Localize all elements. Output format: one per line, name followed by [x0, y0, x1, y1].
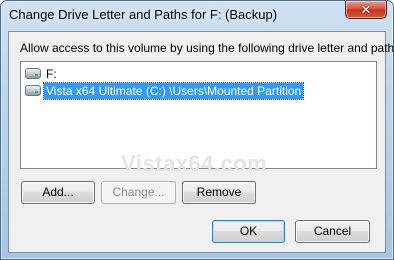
add-button[interactable]: Add...	[21, 181, 95, 204]
dialog-window: Change Drive Letter and Paths for F: (Ba…	[0, 0, 394, 260]
drive-icon	[25, 85, 41, 96]
list-item-mounted-path[interactable]: Vista x64 Ultimate (C:) \Users\Mounted P…	[25, 81, 305, 100]
close-icon: ✕	[360, 2, 372, 17]
list-item-f-drive[interactable]: F:	[25, 65, 59, 82]
change-button[interactable]: Change...	[101, 181, 176, 204]
instruction-label: Allow access to this volume by using the…	[20, 41, 394, 55]
list-item-label: Vista x64 Ultimate (C:) \Users\Mounted P…	[42, 81, 305, 100]
close-button[interactable]: ✕	[345, 1, 387, 19]
ok-button[interactable]: OK	[212, 220, 285, 243]
remove-button[interactable]: Remove	[182, 181, 256, 204]
window-title: Change Drive Letter and Paths for F: (Ba…	[9, 7, 278, 22]
cancel-button[interactable]: Cancel	[295, 220, 370, 243]
watermark: Vistax64.com	[121, 151, 268, 176]
list-item-label: F:	[46, 66, 57, 81]
title-bar[interactable]: Change Drive Letter and Paths for F: (Ba…	[1, 1, 393, 31]
drive-icon	[25, 68, 41, 79]
dialog-body: Allow access to this volume by using the…	[8, 31, 394, 253]
